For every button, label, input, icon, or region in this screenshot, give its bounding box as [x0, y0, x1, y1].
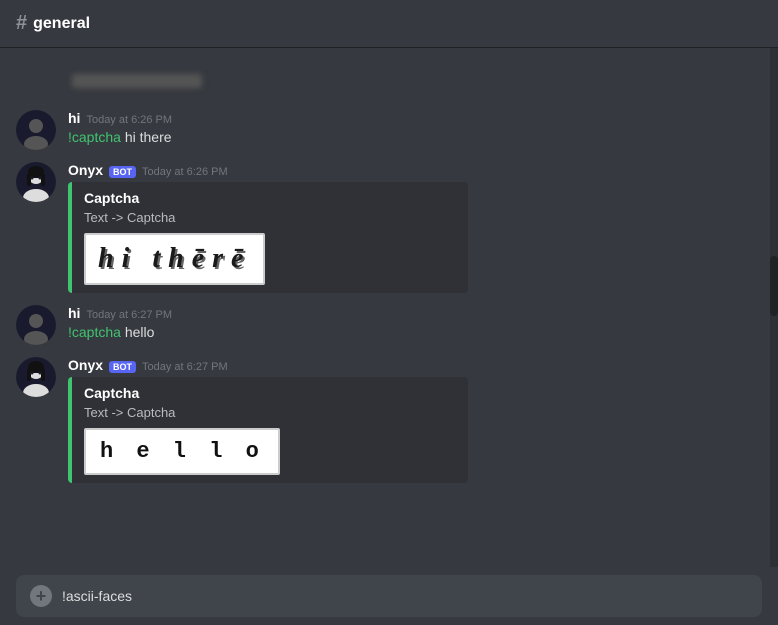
captcha-image-hi: hi thērē: [84, 233, 265, 285]
avatar: [16, 110, 56, 150]
bot-badge: BOT: [109, 166, 136, 178]
message-input[interactable]: !ascii-faces: [62, 588, 748, 604]
input-bar: + !ascii-faces: [16, 575, 762, 617]
command-part2: !captcha: [68, 324, 121, 340]
message-content-user2: hi Today at 6:27 PM !captcha hello: [68, 305, 762, 342]
username-user2: hi: [68, 305, 80, 321]
message-meta: hi Today at 6:26 PM: [68, 110, 762, 126]
message-content: hi Today at 6:26 PM !captcha hi there: [68, 110, 762, 147]
embed-desc: Text -> Captcha: [84, 210, 456, 225]
username-onyx1: Onyx: [68, 162, 103, 178]
message-group-bot2: Onyx BOT Today at 6:27 PM Captcha Text -…: [0, 353, 778, 487]
messages-container: hi Today at 6:26 PM !captcha hi there: [0, 48, 778, 499]
messages-area: hi Today at 6:26 PM !captcha hi there: [0, 48, 778, 567]
message-group-user2: hi Today at 6:27 PM !captcha hello: [0, 301, 778, 349]
channel-header: # general: [0, 0, 778, 48]
timestamp-user2: Today at 6:27 PM: [86, 309, 172, 321]
avatar-onyx2: [16, 357, 56, 397]
embed-desc2: Text -> Captcha: [84, 405, 456, 420]
message-group: hi Today at 6:26 PM !captcha hi there: [0, 106, 778, 154]
message-text-user2: !captcha hello: [68, 323, 762, 342]
message-text: !captcha hi there: [68, 128, 762, 147]
blurred-message: [0, 56, 778, 106]
message-group-bot1: Onyx BOT Today at 6:26 PM Captcha Text -…: [0, 158, 778, 297]
message-content-bot1: Onyx BOT Today at 6:26 PM Captcha Text -…: [68, 162, 762, 293]
captcha-image-hello: h e l l o: [84, 428, 280, 475]
message-content-bot2: Onyx BOT Today at 6:27 PM Captcha Text -…: [68, 357, 762, 483]
timestamp-bot2: Today at 6:27 PM: [142, 361, 228, 373]
channel-hash-icon: #: [16, 12, 27, 35]
embed-hi-there: Captcha Text -> Captcha hi thērē: [68, 182, 468, 293]
avatar-onyx1: [16, 162, 56, 202]
command-args2: hello: [121, 324, 154, 340]
blurred-content: [72, 74, 202, 88]
avatar-user2: [16, 305, 56, 345]
message-meta-bot1: Onyx BOT Today at 6:26 PM: [68, 162, 762, 178]
username-onyx2: Onyx: [68, 357, 103, 373]
command-args: hi there: [121, 129, 172, 145]
add-attachment-button[interactable]: +: [30, 585, 52, 607]
command-part: !captcha: [68, 129, 121, 145]
captcha-text-hello: h e l l o: [100, 439, 264, 464]
message-meta-bot2: Onyx BOT Today at 6:27 PM: [68, 357, 762, 373]
message-meta-user2: hi Today at 6:27 PM: [68, 305, 762, 321]
channel-name: general: [33, 15, 90, 33]
captcha-text-hi: hi thērē: [98, 243, 251, 274]
embed-title: Captcha: [84, 190, 456, 206]
scrollbar-track[interactable]: [770, 48, 778, 567]
scrollbar-thumb[interactable]: [770, 256, 778, 316]
embed-title2: Captcha: [84, 385, 456, 401]
timestamp: Today at 6:26 PM: [86, 114, 172, 126]
timestamp-bot1: Today at 6:26 PM: [142, 166, 228, 178]
embed-hello: Captcha Text -> Captcha h e l l o: [68, 377, 468, 483]
bot-badge2: BOT: [109, 361, 136, 373]
username: hi: [68, 110, 80, 126]
